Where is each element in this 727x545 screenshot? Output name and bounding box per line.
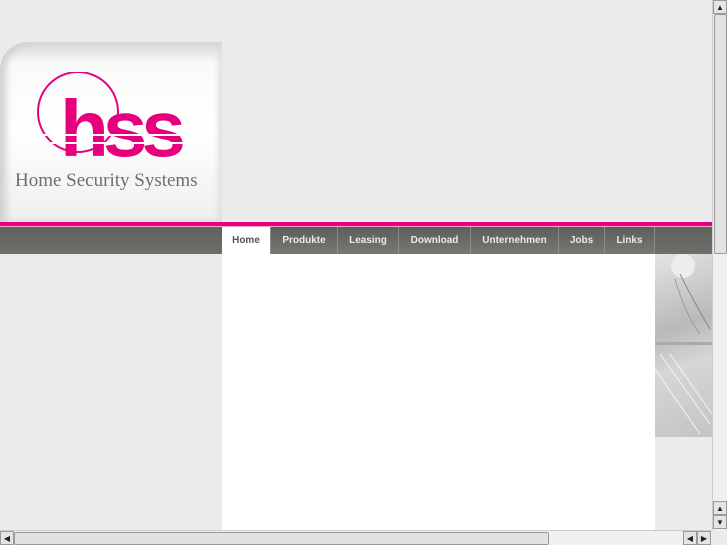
arrow-right-icon[interactable]: ▶ xyxy=(697,531,711,545)
main-nav: Home Produkte Leasing Download Unternehm… xyxy=(222,227,655,254)
arrow-up-icon[interactable]: ▲ xyxy=(713,501,727,515)
logo[interactable]: hss Home Security Systems xyxy=(0,42,222,223)
arrow-down-icon[interactable]: ▼ xyxy=(713,515,727,529)
horizontal-scrollbar[interactable]: ◀ ◀ ▶ xyxy=(0,530,712,545)
svg-text:hss: hss xyxy=(60,84,183,162)
horizontal-scroll-thumb[interactable] xyxy=(14,532,549,545)
photo-separator xyxy=(655,342,712,345)
decorative-photo xyxy=(655,254,712,437)
tab-links[interactable]: Links xyxy=(605,227,655,254)
vertical-scroll-thumb[interactable] xyxy=(714,14,727,254)
tab-produkte[interactable]: Produkte xyxy=(271,227,338,254)
main-content xyxy=(222,254,655,530)
arrow-left-icon[interactable]: ◀ xyxy=(683,531,697,545)
vertical-scrollbar[interactable]: ▲ ▲ ▼ xyxy=(712,0,727,530)
tab-home[interactable]: Home xyxy=(222,227,271,254)
scrollbar-corner xyxy=(712,530,727,545)
tab-jobs[interactable]: Jobs xyxy=(559,227,605,254)
tab-download[interactable]: Download xyxy=(399,227,471,254)
arrow-up-icon[interactable]: ▲ xyxy=(713,0,727,14)
page: hss Home Security Systems Home Produkte … xyxy=(0,0,712,530)
tab-unternehmen[interactable]: Unternehmen xyxy=(471,227,559,254)
tab-leasing[interactable]: Leasing xyxy=(338,227,399,254)
logo-tagline: Home Security Systems xyxy=(15,170,198,191)
headset-keyboard-image-icon xyxy=(655,254,712,435)
hss-logo-icon: hss xyxy=(34,72,184,162)
arrow-left-icon[interactable]: ◀ xyxy=(0,531,14,545)
